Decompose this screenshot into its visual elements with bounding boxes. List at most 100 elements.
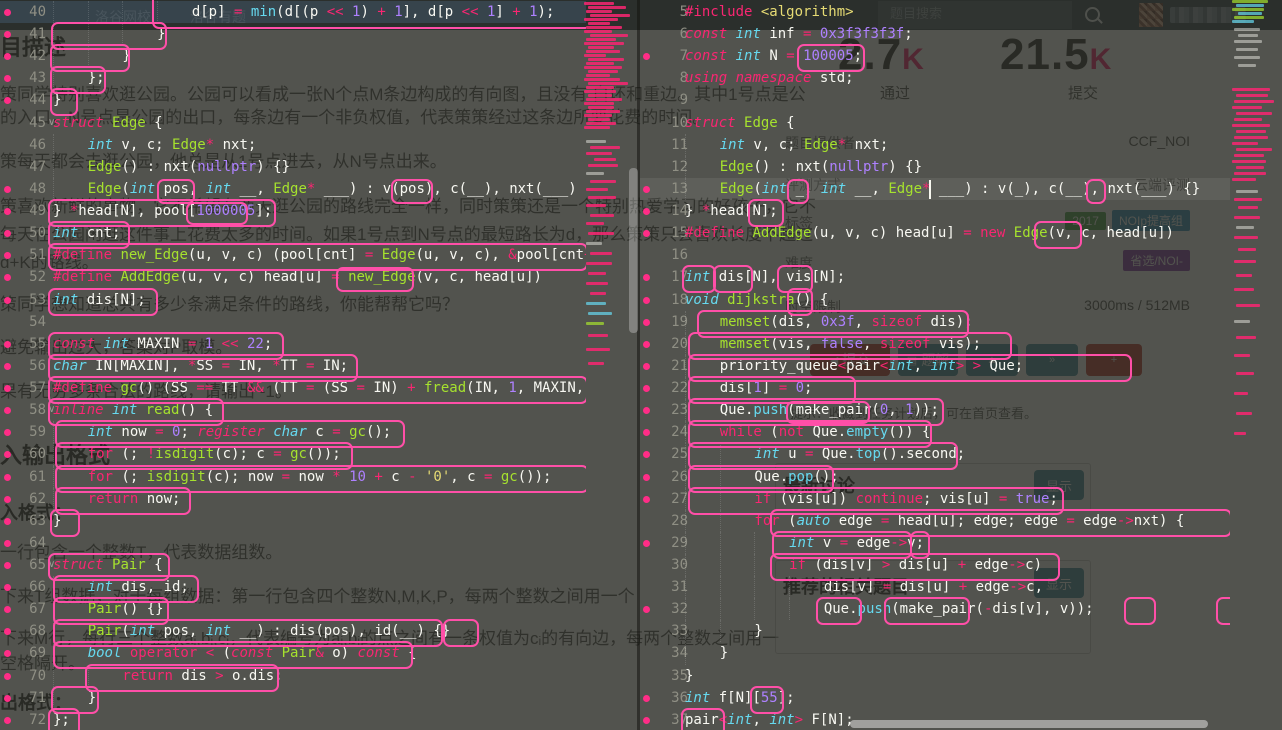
minimap-mark bbox=[1236, 130, 1266, 133]
minimap-mark bbox=[586, 74, 610, 77]
minimap-mark bbox=[586, 98, 622, 101]
annotation-box bbox=[787, 178, 809, 204]
minimap-mark bbox=[1234, 56, 1260, 59]
minimap-mark bbox=[590, 252, 612, 255]
minimap-mark bbox=[586, 38, 616, 41]
minimap-mark bbox=[588, 118, 610, 121]
minimap-mark bbox=[588, 312, 612, 315]
minimap-mark bbox=[584, 78, 620, 81]
minimap-mark bbox=[1236, 336, 1256, 339]
minimap-mark bbox=[584, 66, 622, 69]
minimap-mark bbox=[586, 262, 612, 265]
minimap-mark bbox=[1236, 274, 1252, 277]
minimap-mark bbox=[588, 6, 626, 9]
minimap-mark bbox=[1232, 124, 1270, 127]
annotation-box bbox=[681, 707, 725, 730]
annotation-box bbox=[336, 267, 414, 293]
minimap-mark bbox=[588, 196, 616, 199]
minimap-mark bbox=[1238, 34, 1258, 37]
vertical-scrollbar[interactable] bbox=[629, 168, 638, 333]
minimap-mark bbox=[590, 180, 616, 183]
minimap-mark bbox=[590, 14, 630, 17]
minimap-mark bbox=[584, 114, 612, 117]
minimap-mark bbox=[584, 126, 610, 129]
minimap-mark bbox=[1234, 260, 1256, 263]
minimap-mark bbox=[1234, 118, 1262, 121]
minimap-mark bbox=[1232, 0, 1268, 3]
minimap-mark bbox=[1234, 198, 1262, 201]
minimap-mark bbox=[586, 50, 620, 53]
minimap-mark bbox=[1234, 354, 1250, 357]
minimap-mark bbox=[586, 348, 610, 351]
annotation-box bbox=[750, 685, 784, 714]
annotation-box bbox=[770, 553, 1060, 581]
minimap-mark bbox=[586, 26, 622, 29]
minimap-mark bbox=[1232, 160, 1266, 163]
minimap-mark bbox=[1234, 320, 1250, 323]
minimap-mark bbox=[584, 54, 606, 57]
annotation-box bbox=[1216, 597, 1230, 626]
minimap-mark bbox=[1236, 166, 1264, 169]
minimap-mark bbox=[1236, 94, 1268, 97]
minimap-mark bbox=[586, 86, 614, 89]
minimap-mark bbox=[588, 46, 614, 49]
minimap-right[interactable] bbox=[1232, 0, 1280, 730]
annotation-box bbox=[816, 597, 862, 626]
minimap-mark bbox=[1234, 28, 1260, 31]
minimap-mark bbox=[586, 10, 612, 13]
minimap-mark bbox=[586, 322, 604, 325]
minimap-mark bbox=[586, 62, 614, 65]
screenshot-root: 洛谷网校 洛谷有题 2.7K 通过 21.5K 提交 目描述策同学特别喜欢逛公园… bbox=[0, 0, 1282, 730]
minimap-mark bbox=[1232, 88, 1270, 91]
annotation-layer-right bbox=[640, 0, 1230, 730]
minimap-mark bbox=[1234, 154, 1264, 157]
annotation-box bbox=[443, 619, 479, 648]
minimap-mark bbox=[1232, 106, 1262, 109]
minimap-mark bbox=[1234, 172, 1266, 175]
minimap-mark bbox=[584, 90, 616, 93]
minimap-mark bbox=[584, 102, 614, 105]
minimap-mark bbox=[588, 106, 614, 109]
minimap-mark bbox=[1234, 236, 1258, 239]
annotation-box bbox=[186, 202, 248, 226]
minimap-mark bbox=[588, 334, 608, 337]
annotation-box bbox=[748, 199, 784, 228]
minimap-mark bbox=[1236, 372, 1254, 375]
minimap-mark bbox=[1234, 100, 1274, 103]
minimap-mark bbox=[1238, 248, 1256, 251]
minimap-mark bbox=[586, 188, 608, 191]
minimap-mark bbox=[588, 362, 604, 365]
annotation-box bbox=[1086, 178, 1106, 204]
minimap-mark bbox=[1234, 392, 1248, 395]
annotation-box bbox=[682, 265, 716, 294]
minimap-mark bbox=[586, 152, 612, 155]
annotation-box bbox=[1034, 221, 1082, 250]
minimap-mark bbox=[584, 42, 624, 45]
minimap-mark bbox=[590, 34, 628, 37]
minimap-mark bbox=[1232, 178, 1256, 181]
minimap-mark bbox=[588, 22, 610, 25]
annotation-layer-left bbox=[0, 0, 586, 730]
minimap-mark bbox=[1232, 142, 1258, 145]
minimap-left[interactable] bbox=[584, 0, 630, 730]
minimap-mark bbox=[588, 58, 624, 61]
annotation-box bbox=[884, 597, 970, 626]
minimap-mark bbox=[588, 232, 614, 235]
minimap-mark bbox=[1238, 12, 1262, 15]
minimap-mark bbox=[1234, 288, 1254, 291]
minimap-mark bbox=[584, 2, 614, 5]
minimap-mark bbox=[590, 292, 606, 295]
minimap-mark bbox=[584, 30, 612, 33]
minimap-mark bbox=[1236, 190, 1258, 193]
minimap-mark bbox=[1234, 136, 1268, 139]
minimap-mark bbox=[588, 164, 618, 167]
minimap-mark bbox=[1236, 112, 1272, 115]
minimap-mark bbox=[586, 204, 606, 207]
minimap-mark bbox=[588, 94, 612, 97]
minimap-mark bbox=[586, 282, 608, 285]
annotation-box bbox=[797, 44, 865, 73]
minimap-mark bbox=[1234, 216, 1260, 219]
annotation-box bbox=[50, 88, 78, 117]
minimap-mark bbox=[1234, 40, 1262, 43]
annotation-box bbox=[1124, 597, 1156, 626]
